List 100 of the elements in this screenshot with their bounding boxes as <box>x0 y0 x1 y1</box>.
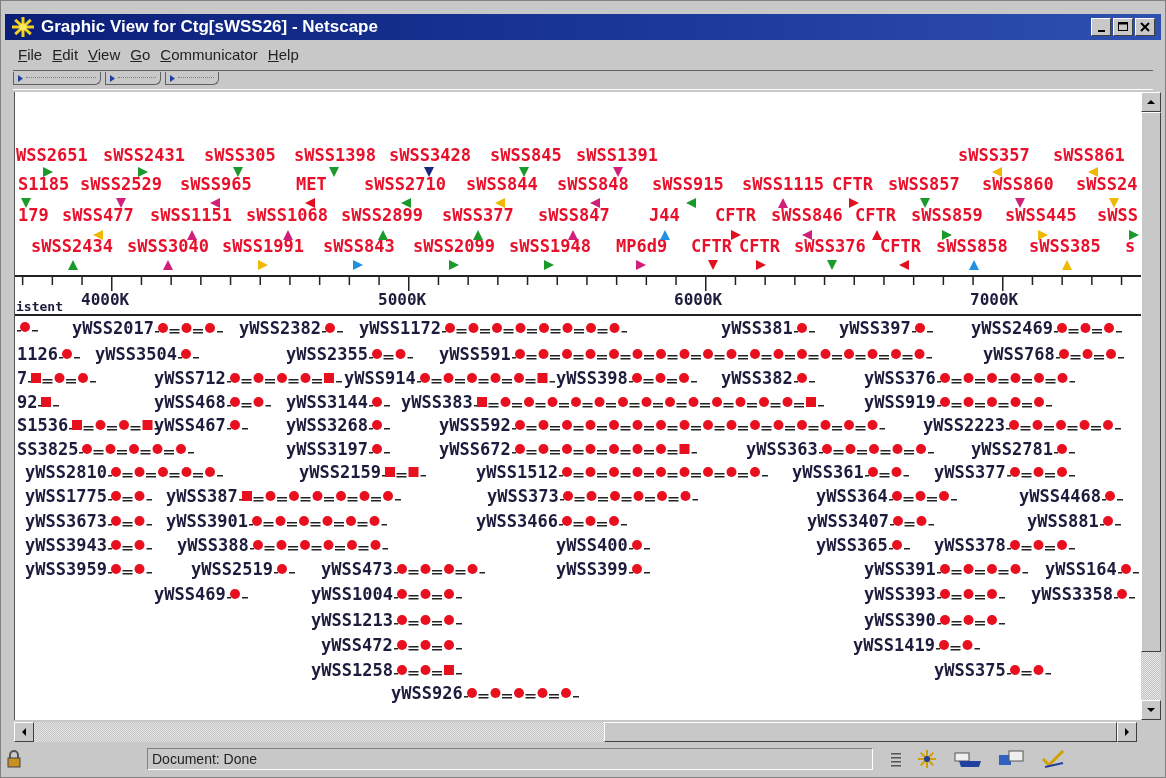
marker-label[interactable]: sWSS477 <box>62 207 134 223</box>
menu-item[interactable]: Help <box>264 45 302 63</box>
marker-label[interactable]: sWSS1991 <box>222 238 304 254</box>
marker-label[interactable]: sWSS <box>1097 207 1138 223</box>
clone-label[interactable]: yWSS383 <box>401 394 473 410</box>
toolbar-tab[interactable] <box>13 72 101 85</box>
clone-label[interactable]: yWSS468 <box>154 394 226 410</box>
scroll-up-button[interactable] <box>1141 92 1161 112</box>
clone-label[interactable]: yWSS2810 <box>25 464 107 480</box>
scroll-thumb[interactable] <box>604 722 1117 742</box>
clone-label[interactable]: yWSS881 <box>1027 513 1099 529</box>
marker-label[interactable]: sWSS305 <box>204 147 276 163</box>
marker-label[interactable]: sWSS3040 <box>127 238 209 254</box>
menu-item[interactable]: View <box>85 45 124 63</box>
maximize-button[interactable] <box>1113 18 1133 36</box>
clone-label[interactable]: yWSS768 <box>983 346 1055 362</box>
marker-label[interactable]: CFTR <box>855 207 896 223</box>
clone-label[interactable]: yWSS592 <box>439 417 511 433</box>
clone-label[interactable]: yWSS3673 <box>25 513 107 529</box>
clone-label[interactable]: yWSS387 <box>166 488 238 504</box>
marker-label[interactable]: sWSS844 <box>466 176 538 192</box>
clone-label[interactable]: yWSS399 <box>556 561 628 577</box>
marker-label[interactable]: sWSS376 <box>794 238 866 254</box>
clone-label[interactable]: yWSS1004 <box>311 586 393 602</box>
pen-icon[interactable] <box>1041 749 1067 769</box>
menu-item[interactable]: Go <box>127 45 154 63</box>
marker-label[interactable]: sWSS845 <box>490 147 562 163</box>
marker-label[interactable]: sWSS2710 <box>364 176 446 192</box>
marker-label[interactable]: sWSS2899 <box>341 207 423 223</box>
marker-label[interactable]: sWSS847 <box>538 207 610 223</box>
marker-label[interactable]: sWSS859 <box>911 207 983 223</box>
clone-label[interactable]: yWSS364 <box>816 488 888 504</box>
clone-label[interactable]: yWSS467 <box>154 417 226 433</box>
clone-label[interactable]: yWSS388 <box>177 537 249 553</box>
marker-label[interactable]: sWSS1151 <box>150 207 232 223</box>
clone-label[interactable]: 1126 <box>17 346 58 362</box>
marker-label[interactable]: MET <box>296 176 327 192</box>
clone-label[interactable]: yWSS926 <box>391 685 463 701</box>
clone-label[interactable]: yWSS381 <box>721 320 793 336</box>
marker-label[interactable]: sWSS843 <box>323 238 395 254</box>
clone-label[interactable]: yWSS3466 <box>476 513 558 529</box>
clone-label[interactable]: yWSS469 <box>154 586 226 602</box>
menu-item[interactable]: File <box>15 45 46 63</box>
clone-label[interactable]: yWSS2781 <box>971 441 1053 457</box>
clone-label[interactable]: yWSS3943 <box>25 537 107 553</box>
marker-label[interactable]: sWSS1948 <box>509 238 591 254</box>
clone-label[interactable]: yWSS1172 <box>359 320 441 336</box>
clone-label[interactable]: 92 <box>17 394 38 410</box>
marker-label[interactable]: WSS2651 <box>16 147 88 163</box>
marker-label[interactable]: sWSS915 <box>652 176 724 192</box>
clone-label[interactable]: yWSS712 <box>154 370 226 386</box>
clone-label[interactable]: yWSS376 <box>864 370 936 386</box>
marker-label[interactable]: CFTR <box>739 238 780 254</box>
clone-label[interactable]: yWSS1512 <box>476 464 558 480</box>
marker-label[interactable]: sWSS965 <box>180 176 252 192</box>
clone-label[interactable]: yWSS2382 <box>239 320 321 336</box>
marker-label[interactable]: sWSS2431 <box>103 147 185 163</box>
clone-label[interactable]: yWSS914 <box>344 370 416 386</box>
clone-label[interactable]: yWSS2469 <box>971 320 1053 336</box>
marker-label[interactable]: sWSS385 <box>1029 238 1101 254</box>
marker-label[interactable]: sWSS861 <box>1053 147 1125 163</box>
toolbar-tab[interactable] <box>165 72 219 85</box>
clone-label[interactable]: yWSS473 <box>321 561 393 577</box>
clone-label[interactable]: yWSS2355 <box>286 346 368 362</box>
clone-label[interactable]: yWSS3959 <box>25 561 107 577</box>
scroll-right-button[interactable] <box>1117 722 1137 742</box>
lock-icon[interactable] <box>5 750 23 768</box>
toolbar-tab[interactable] <box>105 72 161 85</box>
marker-label[interactable]: sWSS377 <box>442 207 514 223</box>
marker-label[interactable]: CFTR <box>691 238 732 254</box>
clone-label[interactable]: yWSS591 <box>439 346 511 362</box>
clone-label[interactable]: yWSS3144 <box>286 394 368 410</box>
clone-label[interactable]: yWSS472 <box>321 637 393 653</box>
clone-label[interactable]: yWSS3407 <box>807 513 889 529</box>
clone-label[interactable]: S1536 <box>17 417 69 433</box>
clone-label[interactable]: yWSS672 <box>439 441 511 457</box>
marker-label[interactable]: sWSS445 <box>1005 207 1077 223</box>
clone-label[interactable]: yWSS3268 <box>286 417 368 433</box>
clone-label[interactable]: yWSS1258 <box>311 662 393 678</box>
clone-label[interactable]: yWSS398 <box>556 370 628 386</box>
clone-label[interactable]: yWSS390 <box>864 612 936 628</box>
marker-label[interactable]: sWSS1115 <box>742 176 824 192</box>
marker-label[interactable]: CFTR <box>715 207 756 223</box>
clone-label[interactable]: yWSS365 <box>816 537 888 553</box>
clone-label[interactable]: yWSS4468 <box>1019 488 1101 504</box>
clone-label[interactable]: yWSS3197 <box>286 441 368 457</box>
clone-label[interactable]: yWSS2159 <box>299 464 381 480</box>
marker-label[interactable]: sWSS2529 <box>80 176 162 192</box>
close-button[interactable] <box>1135 18 1155 36</box>
marker-label[interactable]: S1185 <box>18 176 70 192</box>
marker-label[interactable]: sWSS1391 <box>576 147 658 163</box>
marker-label[interactable]: sWSS1398 <box>294 147 376 163</box>
marker-label[interactable]: sWSS848 <box>557 176 629 192</box>
clone-label[interactable]: yWSS3358 <box>1031 586 1113 602</box>
clone-label[interactable]: yWSS373 <box>487 488 559 504</box>
clone-label[interactable]: yWSS1213 <box>311 612 393 628</box>
clone-label[interactable]: yWSS378 <box>934 537 1006 553</box>
marker-label[interactable]: sWSS1068 <box>246 207 328 223</box>
clone-label[interactable]: yWSS3504 <box>95 346 177 362</box>
tray-icon[interactable] <box>953 749 983 769</box>
